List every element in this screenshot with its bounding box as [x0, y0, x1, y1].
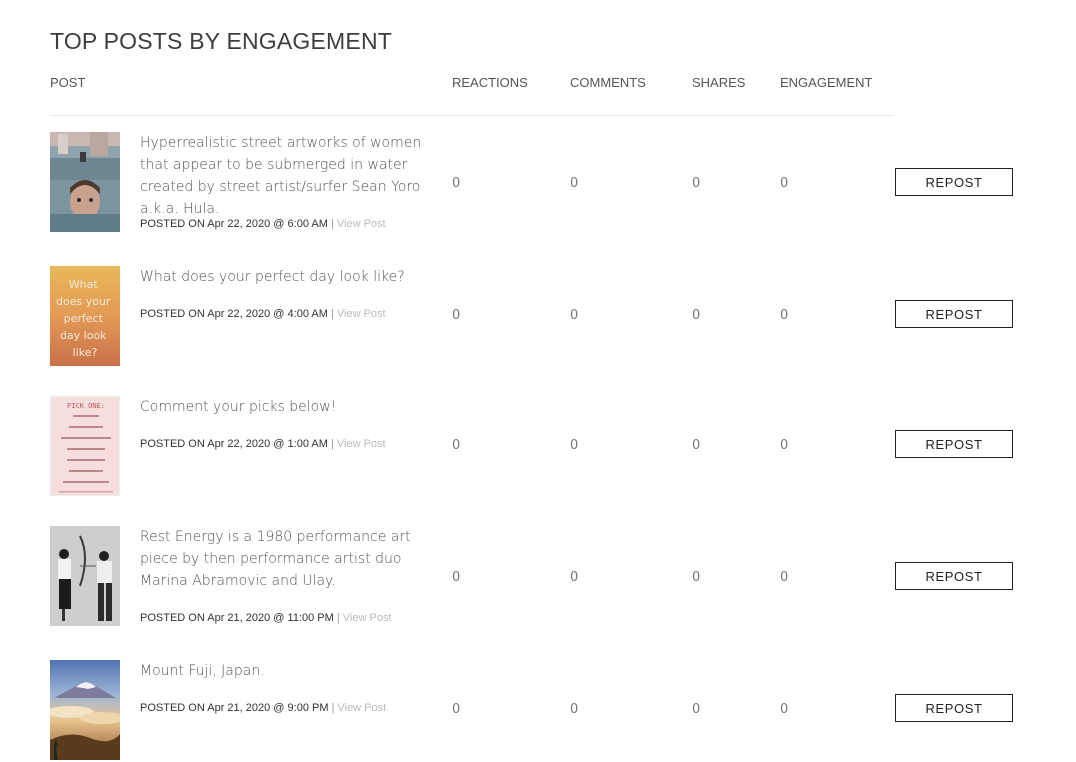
- column-header-shares: SHARES: [692, 75, 746, 90]
- engagement-count: 0: [780, 702, 789, 717]
- comments-count: 0: [570, 308, 579, 323]
- post-thumbnail[interactable]: [50, 132, 120, 232]
- post-date: Apr 22, 2020 @ 6:00 AM: [207, 218, 328, 230]
- meta-separator: |: [330, 308, 334, 320]
- shares-count: 0: [692, 570, 701, 585]
- post-date: Apr 21, 2020 @ 9:00 PM: [207, 702, 329, 714]
- column-header-engagement: ENGAGEMENT: [780, 75, 873, 90]
- shares-count: 0: [692, 176, 701, 191]
- post-date: Apr 21, 2020 @ 11:00 PM: [207, 612, 334, 624]
- repost-button[interactable]: REPOST: [895, 168, 1013, 196]
- posted-on-label: POSTED ON: [140, 308, 205, 320]
- page-title: TOP POSTS BY ENGAGEMENT: [50, 28, 393, 54]
- post-thumbnail[interactable]: PICK ONE:: [50, 396, 120, 496]
- view-post-link[interactable]: View Post: [337, 702, 386, 714]
- post-date: Apr 22, 2020 @ 1:00 AM: [207, 438, 328, 450]
- comments-count: 0: [570, 438, 579, 453]
- posted-on-label: POSTED ON: [140, 438, 205, 450]
- column-header-comments: COMMENTS: [570, 75, 646, 90]
- reactions-count: 0: [452, 702, 461, 717]
- column-header-post: POST: [50, 75, 86, 90]
- view-post-link[interactable]: View Post: [337, 308, 386, 320]
- view-post-link[interactable]: View Post: [337, 218, 386, 230]
- meta-separator: |: [331, 702, 335, 714]
- post-text: Hyperrealistic street artworks of women …: [140, 135, 422, 217]
- comments-count: 0: [570, 176, 579, 191]
- repost-button[interactable]: REPOST: [895, 694, 1013, 722]
- shares-count: 0: [692, 438, 701, 453]
- shares-count: 0: [692, 702, 701, 717]
- engagement-count: 0: [780, 176, 789, 191]
- meta-separator: |: [330, 218, 334, 230]
- post-meta: POSTED ON Apr 22, 2020 @ 1:00 AM | View …: [140, 438, 386, 450]
- thumbnail-caption: PICK ONE:: [67, 402, 105, 410]
- posted-on-label: POSTED ON: [140, 702, 205, 714]
- post-date: Apr 22, 2020 @ 4:00 AM: [207, 308, 328, 320]
- engagement-count: 0: [780, 308, 789, 323]
- reactions-count: 0: [452, 176, 461, 191]
- posted-on-label: POSTED ON: [140, 218, 205, 230]
- post-text: Rest Energy is a 1980 performance art pi…: [140, 529, 411, 589]
- post-text: Comment your picks below!: [140, 399, 337, 415]
- comments-count: 0: [570, 702, 579, 717]
- view-post-link[interactable]: View Post: [337, 438, 386, 450]
- post-text: What does your perfect day look like?: [140, 269, 405, 285]
- post-thumbnail[interactable]: What does your perfect day look like?: [50, 266, 120, 366]
- header-divider: [50, 115, 894, 116]
- view-post-link[interactable]: View Post: [343, 612, 392, 624]
- repost-button[interactable]: REPOST: [895, 562, 1013, 590]
- engagement-count: 0: [780, 570, 789, 585]
- reactions-count: 0: [452, 570, 461, 585]
- post-thumbnail[interactable]: [50, 660, 120, 760]
- meta-separator: |: [336, 612, 340, 624]
- shares-count: 0: [692, 308, 701, 323]
- post-text: Mount Fuji, Japan.: [140, 663, 265, 679]
- reactions-count: 0: [452, 308, 461, 323]
- column-header-reactions: REACTIONS: [452, 75, 528, 90]
- post-meta: POSTED ON Apr 21, 2020 @ 11:00 PM | View…: [140, 612, 392, 624]
- repost-button[interactable]: REPOST: [895, 430, 1013, 458]
- post-meta: POSTED ON Apr 22, 2020 @ 6:00 AM | View …: [140, 218, 386, 230]
- post-thumbnail[interactable]: [50, 526, 120, 626]
- comments-count: 0: [570, 570, 579, 585]
- posted-on-label: POSTED ON: [140, 612, 205, 624]
- engagement-count: 0: [780, 438, 789, 453]
- post-meta: POSTED ON Apr 22, 2020 @ 4:00 AM | View …: [140, 308, 386, 320]
- reactions-count: 0: [452, 438, 461, 453]
- repost-button[interactable]: REPOST: [895, 300, 1013, 328]
- post-meta: POSTED ON Apr 21, 2020 @ 9:00 PM | View …: [140, 702, 386, 714]
- meta-separator: |: [330, 438, 334, 450]
